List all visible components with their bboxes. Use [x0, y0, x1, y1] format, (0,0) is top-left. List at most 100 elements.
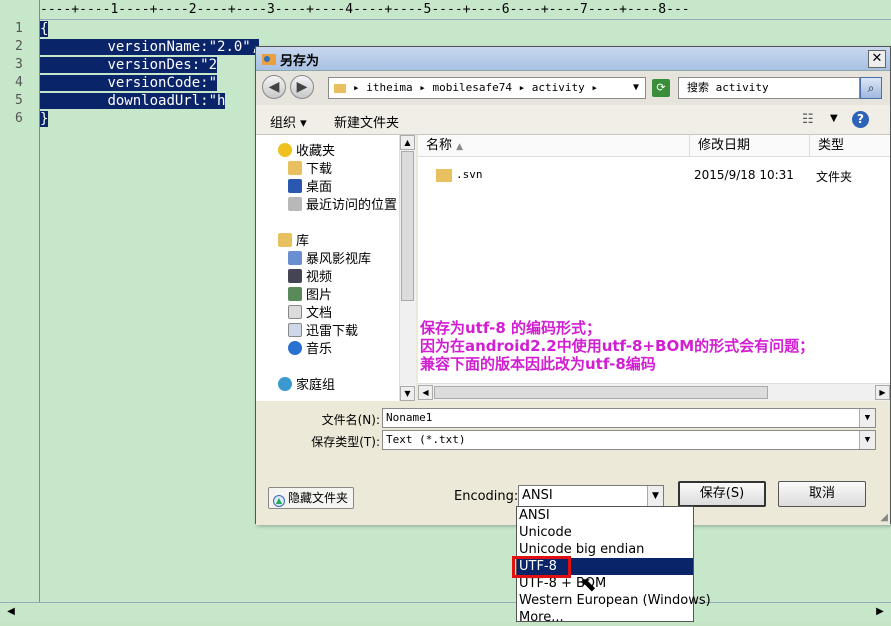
sort-arrow-icon: ▲ — [456, 142, 464, 152]
code-line[interactable]: versionDes:"2 — [40, 57, 218, 73]
scroll-down-arrow-icon[interactable]: ▼ — [400, 386, 415, 401]
address-bar[interactable]: ▸ itheima ▸ mobilesafe74 ▸ activity ▸ ▼ — [328, 77, 646, 99]
chevron-down-icon[interactable]: ▼ — [859, 409, 875, 427]
file-row[interactable]: .svn 2015/9/18 10:31 文件夹 — [436, 168, 886, 186]
line-number: 5 — [15, 93, 23, 108]
address-bar-row: ◀ ▶ ▸ itheima ▸ mobilesafe74 ▸ activity … — [256, 71, 890, 105]
search-input[interactable]: 搜索 activity — [678, 77, 860, 99]
filename-label: 文件名(N): — [321, 413, 380, 427]
help-icon[interactable]: ? — [852, 111, 869, 128]
refresh-icon[interactable]: ⟳ — [652, 79, 670, 97]
column-header-date[interactable]: 修改日期 — [690, 135, 810, 157]
ruler-corner — [0, 0, 40, 20]
folder-icon — [436, 169, 452, 182]
code-line[interactable]: versionName:"2.0", — [40, 39, 260, 55]
view-options-icon[interactable]: ☷ — [802, 112, 814, 127]
video-library-icon — [288, 251, 302, 265]
file-horizontal-scrollbar[interactable]: ◀ ▶ — [418, 383, 890, 401]
encoding-option-western-european[interactable]: Western European (Windows) — [517, 592, 711, 609]
scrollbar-thumb[interactable] — [434, 386, 768, 399]
column-header-name[interactable]: 名称 ▲ — [418, 135, 690, 157]
scroll-right-arrow-icon[interactable]: ▶ — [873, 605, 887, 619]
code-line[interactable]: } — [40, 111, 49, 127]
chevron-down-icon[interactable]: ▼ — [830, 113, 838, 124]
chevron-down-icon[interactable]: ▼ — [633, 78, 639, 98]
encoding-option-more[interactable]: More... — [517, 609, 693, 626]
code-area[interactable]: { versionName:"2.0", versionDes:"2 versi… — [40, 20, 260, 128]
desktop-icon — [288, 179, 302, 193]
document-icon — [288, 305, 302, 319]
file-list-header: 名称 ▲ 修改日期 类型 — [418, 135, 890, 157]
file-list-pane[interactable]: 名称 ▲ 修改日期 类型 .svn 2015/9/18 10:31 文件夹 保存… — [418, 135, 890, 401]
navigation-pane: 收藏夹 下载 桌面 最近访问的位置 库 暴风影视库 视频 图片 文档 迅雷下载 … — [256, 135, 416, 401]
library-icon — [278, 233, 292, 247]
organize-menu[interactable]: 组织 ▾ — [270, 112, 307, 131]
nav-item-desktop[interactable]: 桌面 — [288, 179, 332, 197]
line-number: 6 — [15, 111, 23, 126]
dialog-titlebar[interactable]: 另存为 ✕ — [256, 47, 890, 71]
back-button[interactable]: ◀ — [262, 75, 286, 99]
collapse-arrow-icon: ▲ — [273, 495, 285, 507]
folder-icon — [334, 84, 346, 93]
nav-vertical-scrollbar[interactable]: ▲ ▼ — [399, 135, 416, 401]
nav-item-music[interactable]: 音乐 — [288, 341, 332, 359]
scroll-left-arrow-icon[interactable]: ◀ — [4, 605, 18, 619]
scroll-right-arrow-icon[interactable]: ▶ — [875, 385, 890, 400]
chevron-down-icon[interactable]: ▼ — [647, 486, 663, 506]
column-header-type[interactable]: 类型 — [810, 135, 890, 157]
filetype-select[interactable]: Text (*.txt) ▼ — [382, 430, 876, 450]
line-number: 1 — [15, 21, 23, 36]
scrollbar-thumb[interactable] — [401, 151, 414, 301]
dialog-title: 另存为 — [280, 54, 320, 69]
close-button[interactable]: ✕ — [868, 50, 886, 68]
scroll-up-arrow-icon[interactable]: ▲ — [400, 135, 415, 150]
hide-folders-button[interactable]: ▲ 隐藏文件夹 — [268, 487, 354, 509]
nav-item-downloads[interactable]: 下载 — [288, 161, 332, 179]
annotation-text: 保存为utf-8 的编码形式； 因为在android2.2中使用utf-8+BO… — [420, 319, 815, 373]
mouse-cursor-icon: ⬉ — [580, 572, 597, 596]
nav-item-recent[interactable]: 最近访问的位置 — [288, 197, 397, 215]
line-number: 3 — [15, 57, 23, 72]
line-number: 4 — [15, 75, 23, 90]
encoding-label: Encoding: — [454, 489, 519, 504]
line-number: 2 — [15, 39, 23, 54]
address-path: ▸ itheima ▸ mobilesafe74 ▸ activity ▸ — [353, 81, 599, 94]
forward-button[interactable]: ▶ — [290, 75, 314, 99]
nav-item-pictures[interactable]: 图片 — [288, 287, 332, 305]
highlight-box — [512, 556, 571, 578]
line-number-gutter: 1 2 3 4 5 6 — [0, 20, 40, 602]
nav-item-libraries[interactable]: 库 — [278, 233, 309, 251]
music-note-icon — [288, 341, 302, 355]
chevron-down-icon[interactable]: ▼ — [859, 431, 875, 449]
code-line[interactable]: downloadUrl:"h — [40, 93, 226, 109]
editor-horizontal-scrollbar[interactable]: ◀ ▶ — [0, 602, 891, 622]
save-button[interactable]: 保存(S) — [678, 481, 766, 507]
nav-item-documents[interactable]: 文档 — [288, 305, 332, 323]
column-ruler: ----+----1----+----2----+----3----+----4… — [0, 0, 891, 20]
dialog-toolbar: 组织 ▾ 新建文件夹 ☷ ▼ ? — [256, 105, 890, 135]
homegroup-icon — [278, 377, 292, 391]
nav-item-videos[interactable]: 视频 — [288, 269, 332, 287]
nav-item-favorites[interactable]: 收藏夹 — [278, 143, 335, 161]
downloads-folder-icon — [288, 161, 302, 175]
nav-item-storm[interactable]: 暴风影视库 — [288, 251, 371, 269]
code-line[interactable]: versionCode:" — [40, 75, 218, 91]
scroll-left-arrow-icon[interactable]: ◀ — [418, 385, 433, 400]
encoding-select[interactable]: ANSI ▼ — [518, 485, 664, 507]
nav-item-thunder[interactable]: 迅雷下载 — [288, 323, 358, 341]
cancel-button[interactable]: 取消 — [778, 481, 866, 507]
app-icon — [262, 54, 276, 65]
new-folder-button[interactable]: 新建文件夹 — [334, 112, 399, 131]
save-as-dialog: 另存为 ✕ ◀ ▶ ▸ itheima ▸ mobilesafe74 ▸ act… — [255, 46, 891, 525]
resize-grip-icon[interactable]: ◢ — [880, 512, 888, 523]
encoding-option-unicode[interactable]: Unicode — [517, 524, 693, 541]
star-icon — [278, 143, 292, 157]
filename-input[interactable]: Noname1 ▼ — [382, 408, 876, 428]
encoding-option-ansi[interactable]: ANSI — [517, 507, 693, 524]
nav-item-homegroup[interactable]: 家庭组 — [278, 377, 335, 395]
download-manager-icon — [288, 323, 302, 337]
code-line[interactable]: { — [40, 21, 49, 37]
search-icon[interactable]: ⌕ — [860, 77, 882, 99]
filetype-label: 保存类型(T): — [311, 435, 380, 449]
picture-icon — [288, 287, 302, 301]
